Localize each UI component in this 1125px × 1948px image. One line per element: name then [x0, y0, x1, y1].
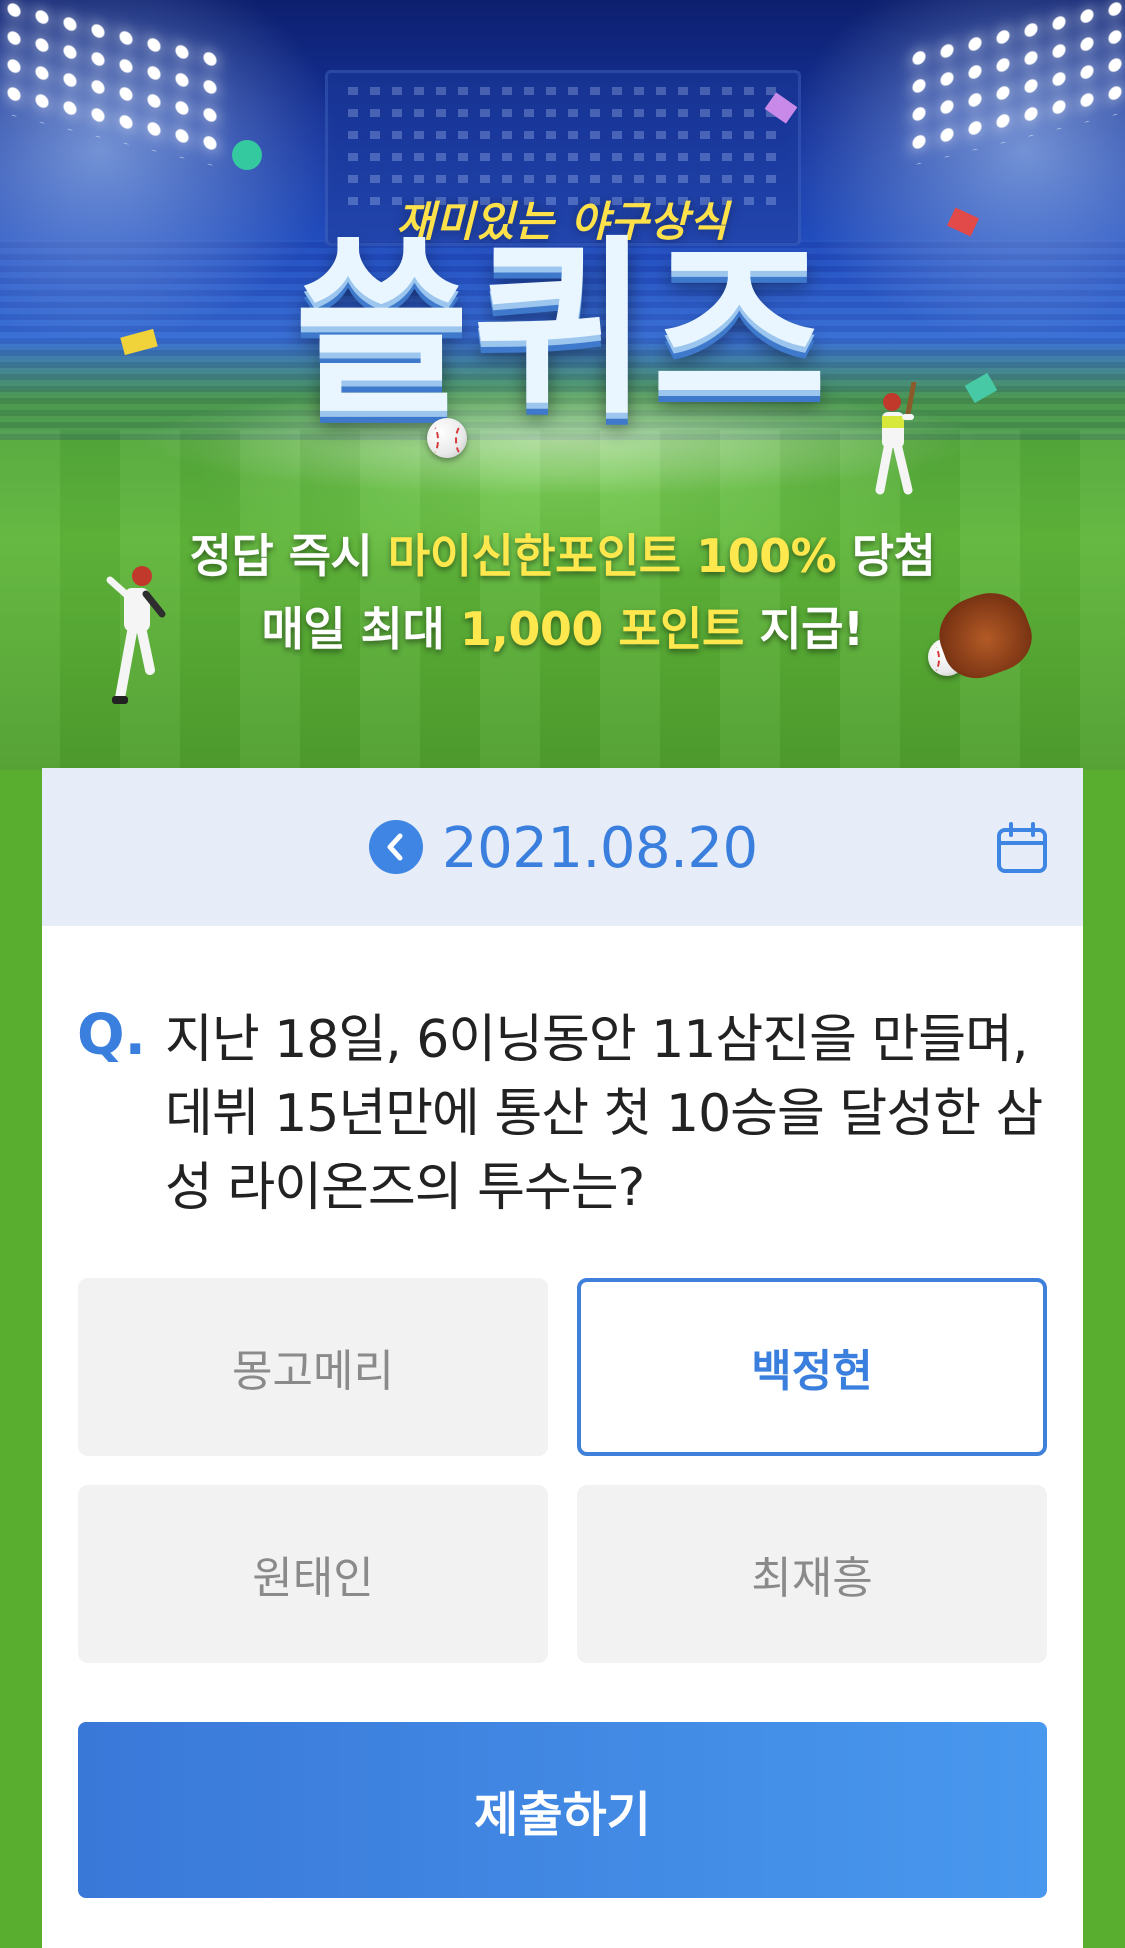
hero-banner: 재미있는 야구상식 쓸퀴즈 정답 즉시 마이신한포인트 100% 당첨 매일 최…: [0, 0, 1125, 770]
promo-line-1-text: 정답 즉시: [189, 529, 388, 583]
chevron-left-icon: [387, 833, 403, 861]
baseball-icon: [427, 418, 467, 458]
promo-highlight-points: 마이신한포인트 100%: [387, 529, 837, 583]
promo-line-2: 매일 최대 1,000 포인트 지급!: [0, 593, 1125, 659]
submit-button-label: 제출하기: [474, 1787, 651, 1843]
confetti-icon: [232, 140, 262, 170]
answer-option-1[interactable]: 몽고메리: [78, 1278, 548, 1456]
answer-option-3[interactable]: 원태인: [78, 1485, 548, 1663]
question-text: 지난 18일, 6이닝동안 11삼진을 만들며, 데뷔 15년만에 통산 첫 1…: [165, 1010, 1043, 1218]
promo-line-2-suffix: 지급!: [743, 602, 864, 656]
answer-option-label: 백정현: [751, 1346, 873, 1397]
answer-option-label: 최재흥: [751, 1553, 873, 1604]
hero-title-logo: 쓸퀴즈: [294, 219, 831, 440]
submit-button[interactable]: 제출하기: [78, 1722, 1047, 1898]
batter-icon: [875, 382, 917, 495]
promo-line-2-text: 매일 최대: [261, 602, 460, 656]
quiz-card: 2021.08.20 Q. 지난 18일, 6이닝동안 11삼진을 만들며, 데…: [42, 768, 1083, 1948]
answer-option-label: 원태인: [252, 1553, 374, 1604]
promo-line-1: 정답 즉시 마이신한포인트 100% 당첨: [0, 520, 1125, 586]
answer-option-2-selected[interactable]: 백정현: [577, 1278, 1047, 1456]
question-marker: Q.: [77, 1003, 146, 1068]
answer-option-4[interactable]: 최재흥: [577, 1485, 1047, 1663]
quiz-date: 2021.08.20: [442, 816, 758, 881]
promo-highlight-max-points: 1,000 포인트: [459, 602, 744, 656]
answer-option-label: 몽고메리: [232, 1346, 394, 1397]
calendar-icon[interactable]: [995, 821, 1049, 875]
promo-line-1-suffix: 당첨: [836, 529, 936, 583]
previous-date-button[interactable]: [369, 820, 423, 874]
date-navigation-bar: 2021.08.20: [42, 768, 1083, 926]
